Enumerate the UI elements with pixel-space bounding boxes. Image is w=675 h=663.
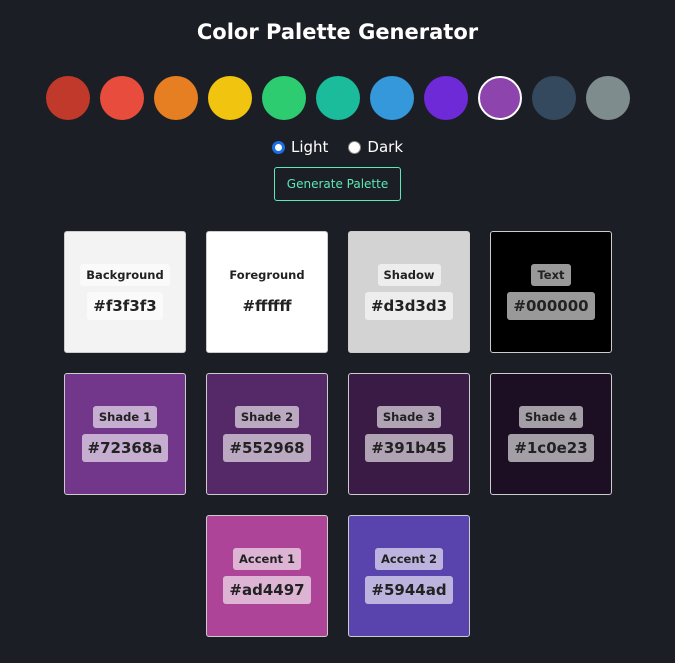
color-circle[interactable] (532, 76, 576, 120)
mode-light[interactable]: Light (271, 138, 329, 156)
swatch-label: Shade 3 (376, 406, 442, 428)
swatch-card[interactable]: Shadow #d3d3d3 (348, 231, 470, 353)
color-circle[interactable] (370, 76, 414, 120)
mode-selector: Light Dark (0, 138, 675, 156)
swatch-card[interactable]: Shade 1 #72368a (64, 373, 186, 495)
mode-dark[interactable]: Dark (348, 138, 403, 156)
swatch-hex: #f3f3f3 (87, 292, 163, 320)
color-circle[interactable] (100, 76, 144, 120)
base-color-picker (46, 76, 630, 120)
swatch-hex: #ffffff (236, 292, 298, 320)
swatch-label: Shadow (377, 264, 441, 286)
swatch-hex: #72368a (81, 434, 169, 462)
color-circle[interactable] (316, 76, 360, 120)
swatch-label: Foreground (223, 264, 311, 286)
swatch-hex: #000000 (507, 292, 595, 320)
swatch-card[interactable]: Accent 2 #5944ad (348, 515, 470, 637)
swatch-label: Accent 2 (374, 548, 444, 570)
swatch-card[interactable]: Accent 1 #ad4497 (206, 515, 328, 637)
color-circle[interactable] (46, 76, 90, 120)
swatch-hex: #d3d3d3 (364, 292, 454, 320)
light-label: Light (290, 138, 329, 156)
swatch-hex: #5944ad (365, 576, 453, 604)
swatch-card[interactable]: Shade 3 #391b45 (348, 373, 470, 495)
color-circle[interactable] (154, 76, 198, 120)
generate-palette-button[interactable]: Generate Palette (274, 167, 401, 201)
color-circle[interactable] (586, 76, 630, 120)
light-radio[interactable] (271, 140, 285, 154)
swatch-label: Shade 4 (518, 406, 584, 428)
color-circle[interactable] (478, 76, 522, 120)
page-title: Color Palette Generator (196, 20, 479, 44)
swatch-card[interactable]: Text #000000 (490, 231, 612, 353)
swatch-hex: #1c0e23 (508, 434, 594, 462)
swatch-card[interactable]: Shade 2 #552968 (206, 373, 328, 495)
color-circle[interactable] (424, 76, 468, 120)
swatch-label: Text (531, 264, 571, 286)
swatch-label: Shade 1 (92, 406, 158, 428)
swatch-card[interactable]: Foreground #ffffff (206, 231, 328, 353)
dark-label: Dark (367, 138, 404, 156)
color-circle[interactable] (208, 76, 252, 120)
swatch-hex: #552968 (223, 434, 311, 462)
swatch-label: Background (80, 264, 170, 286)
swatch-hex: #ad4497 (223, 576, 311, 604)
swatch-card[interactable]: Background #f3f3f3 (64, 231, 186, 353)
color-circle[interactable] (262, 76, 306, 120)
swatch-hex: #391b45 (365, 434, 453, 462)
swatch-label: Accent 1 (232, 548, 302, 570)
dark-radio[interactable] (348, 140, 362, 154)
swatch-label: Shade 2 (234, 406, 300, 428)
swatch-card[interactable]: Shade 4 #1c0e23 (490, 373, 612, 495)
